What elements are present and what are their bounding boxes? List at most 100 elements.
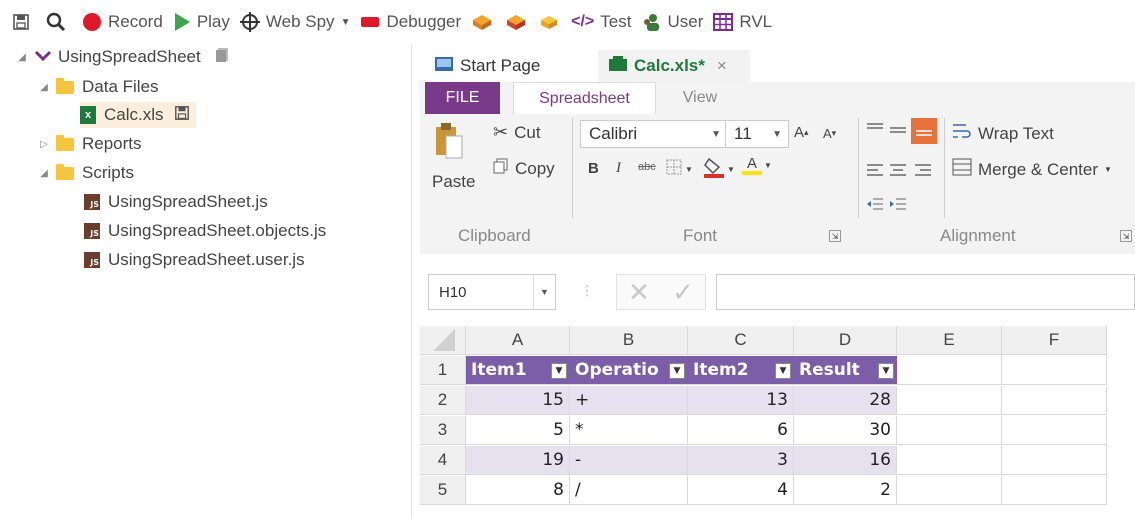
expand-arrow-icon[interactable]: ◢ — [38, 168, 50, 179]
font-size-select[interactable]: 11 ▼ — [725, 120, 789, 148]
filter-dropdown-icon[interactable]: ▼ — [551, 363, 567, 379]
table-cell[interactable]: 13 — [688, 386, 794, 415]
table-cell[interactable]: 3 — [688, 446, 794, 475]
table-cell[interactable] — [1002, 416, 1107, 445]
table-cell[interactable]: / — [570, 476, 688, 505]
cut-button[interactable]: ✂ Cut — [493, 122, 541, 143]
save-icon[interactable] — [174, 105, 190, 126]
column-header[interactable]: D — [794, 326, 897, 355]
confirm-edit-icon[interactable]: ✓ — [672, 277, 694, 308]
collapse-arrow-icon[interactable]: ▷ — [38, 139, 50, 150]
decrease-indent-button[interactable] — [866, 196, 884, 216]
table-cell[interactable] — [897, 356, 1002, 385]
tree-item-reports[interactable]: ▷ Reports — [38, 131, 141, 157]
cancel-edit-icon[interactable]: ✕ — [628, 277, 650, 308]
name-box[interactable]: H10 ▼ — [428, 274, 556, 310]
table-cell[interactable] — [1002, 446, 1107, 475]
row-header[interactable]: 5 — [420, 476, 466, 505]
copy-icon[interactable] — [215, 47, 229, 68]
tree-item-script-2[interactable]: JS UsingSpreadSheet.objects.js — [84, 218, 326, 244]
table-cell[interactable]: 6 — [688, 416, 794, 445]
row-header[interactable]: 3 — [420, 416, 466, 445]
merge-center-button[interactable]: Merge & Center ▼ — [952, 158, 1112, 181]
ribbon-tab-file[interactable]: FILE — [425, 82, 500, 114]
row-header[interactable]: 2 — [420, 386, 466, 415]
table-cell[interactable]: * — [570, 416, 688, 445]
user-button[interactable]: User — [641, 12, 703, 32]
filter-dropdown-icon[interactable]: ▼ — [669, 363, 685, 379]
debugger-button[interactable]: Debugger — [360, 12, 461, 32]
shrink-font-button[interactable]: A ▾ — [823, 126, 836, 141]
table-cell[interactable]: + — [570, 386, 688, 415]
tab-calc[interactable]: Calc.xls* × — [598, 50, 750, 82]
filter-dropdown-icon[interactable]: ▼ — [775, 363, 791, 379]
column-header[interactable]: C — [688, 326, 794, 355]
alignment-dialog-launcher-icon[interactable]: ⇲ — [1120, 230, 1132, 242]
table-cell[interactable] — [897, 476, 1002, 505]
tree-item-script-3[interactable]: JS UsingSpreadSheet.user.js — [84, 247, 305, 273]
column-header[interactable]: E — [897, 326, 1002, 355]
increase-indent-button[interactable] — [889, 196, 907, 216]
table-cell[interactable] — [1002, 386, 1107, 415]
table-cell[interactable]: 19 — [466, 446, 570, 475]
tree-item-data-files[interactable]: ◢ Data Files — [38, 74, 158, 100]
web-spy-dropdown-icon[interactable]: ▼ — [341, 17, 351, 28]
expand-arrow-icon[interactable]: ◢ — [38, 82, 50, 93]
filter-dropdown-icon[interactable]: ▼ — [878, 363, 894, 379]
tree-item-calc[interactable]: x Calc.xls — [80, 102, 196, 128]
name-box-dropdown-icon[interactable]: ▼ — [533, 275, 555, 309]
font-dialog-launcher-icon[interactable]: ⇲ — [829, 230, 841, 242]
tree-item-root[interactable]: ◢ UsingSpreadSheet — [16, 44, 229, 70]
column-header[interactable]: A — [466, 326, 570, 355]
tree-item-script-1[interactable]: JS UsingSpreadSheet.js — [84, 189, 268, 215]
table-cell[interactable]: 8 — [466, 476, 570, 505]
font-name-select[interactable]: Calibri ▼ — [580, 120, 728, 148]
gem-button-3[interactable] — [539, 13, 565, 31]
row-header[interactable]: 4 — [420, 446, 466, 475]
table-header-cell[interactable]: Operatio ▼ — [570, 356, 688, 385]
rvl-button[interactable]: RVL — [713, 12, 772, 32]
table-header-cell[interactable]: Item1 ▼ — [466, 356, 570, 385]
table-cell[interactable]: 16 — [794, 446, 897, 475]
align-left-button[interactable] — [866, 162, 884, 182]
table-cell[interactable] — [1002, 476, 1107, 505]
table-cell[interactable]: 2 — [794, 476, 897, 505]
play-button[interactable]: Play — [173, 12, 230, 32]
align-right-button[interactable] — [914, 162, 932, 182]
ribbon-tab-view[interactable]: View — [668, 82, 732, 114]
table-cell[interactable]: 15 — [466, 386, 570, 415]
wrap-text-button[interactable]: Wrap Text — [952, 122, 1054, 145]
save-button[interactable] — [12, 13, 36, 31]
gem-button-2[interactable] — [505, 12, 533, 32]
italic-button[interactable]: I — [616, 160, 621, 177]
table-cell[interactable] — [897, 446, 1002, 475]
bold-button[interactable]: B — [588, 160, 599, 177]
test-button[interactable]: </> Test — [571, 12, 631, 32]
copy-button[interactable]: Copy — [493, 158, 555, 179]
column-header[interactable]: B — [570, 326, 688, 355]
search-button[interactable] — [46, 12, 72, 32]
table-cell[interactable]: 28 — [794, 386, 897, 415]
strikethrough-button[interactable]: abc — [638, 161, 656, 173]
paste-button[interactable] — [434, 122, 464, 165]
web-spy-button[interactable]: Web Spy ▼ — [239, 12, 351, 32]
row-header[interactable]: 1 — [420, 356, 466, 385]
align-middle-button[interactable] — [889, 122, 907, 143]
grow-font-button[interactable]: A ▴ — [794, 124, 809, 141]
record-button[interactable]: Record — [82, 12, 163, 32]
table-cell[interactable]: 5 — [466, 416, 570, 445]
table-cell[interactable] — [1002, 356, 1107, 385]
font-color-button[interactable]: A ▼ — [742, 156, 772, 175]
table-cell[interactable]: - — [570, 446, 688, 475]
align-bottom-button[interactable] — [911, 118, 937, 144]
align-top-button[interactable] — [866, 122, 884, 143]
close-tab-icon[interactable]: × — [717, 56, 727, 76]
fill-color-button[interactable]: ▼ — [703, 156, 735, 183]
formula-input[interactable] — [716, 274, 1135, 310]
table-header-cell[interactable]: Result ▼ — [794, 356, 897, 385]
tab-start-page[interactable]: Start Page — [424, 50, 550, 82]
borders-button[interactable]: ▼ — [665, 158, 693, 181]
table-cell[interactable] — [897, 416, 1002, 445]
ribbon-tab-spreadsheet[interactable]: Spreadsheet — [513, 82, 656, 114]
expand-arrow-icon[interactable]: ◢ — [16, 52, 28, 63]
